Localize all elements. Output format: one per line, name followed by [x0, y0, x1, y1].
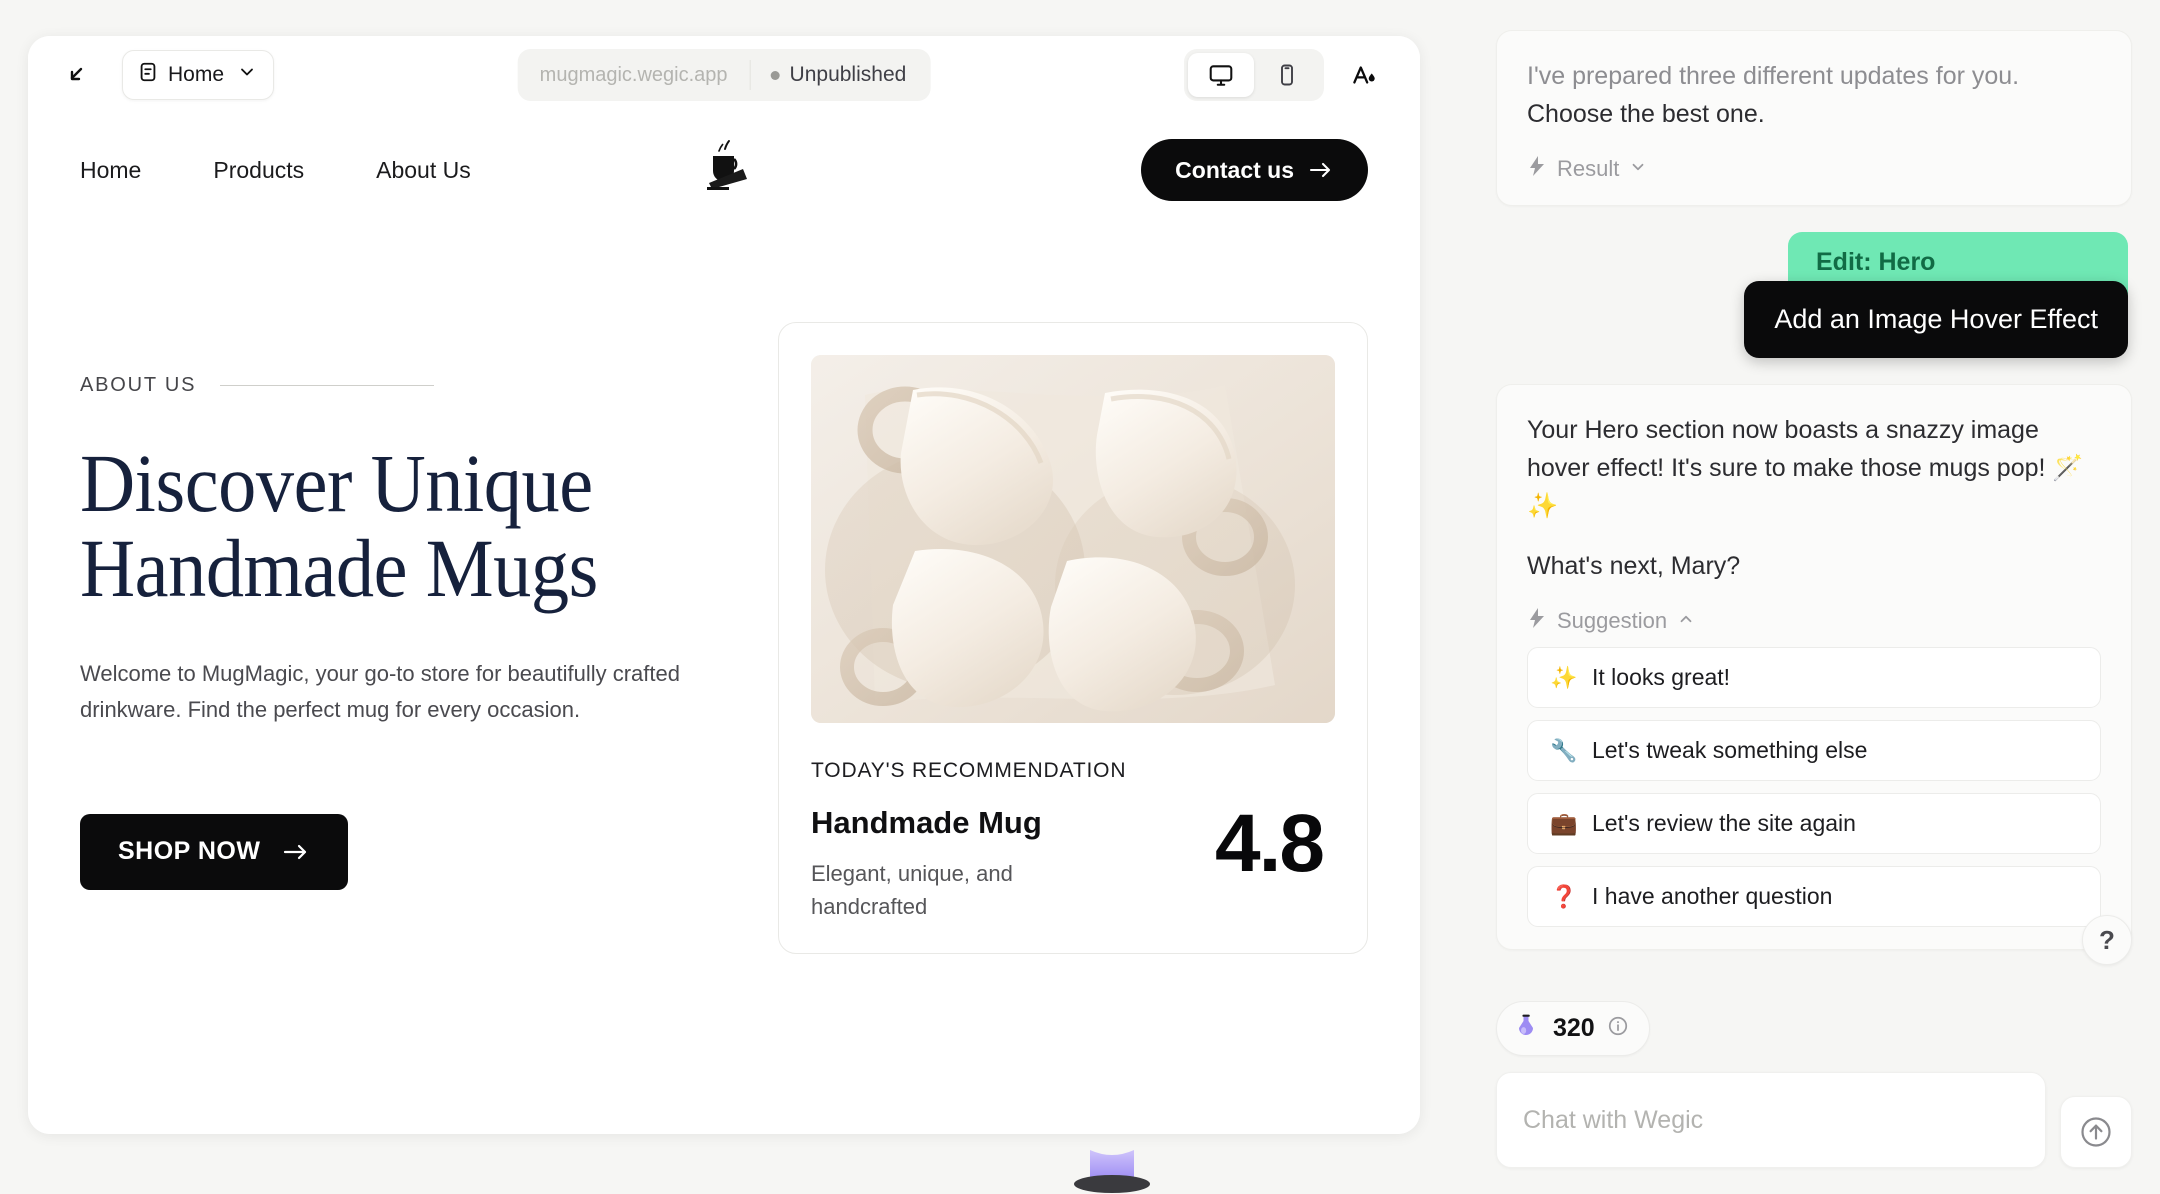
suggestion-item-question[interactable]: ❓ I have another question — [1527, 866, 2101, 927]
contact-us-label: Contact us — [1175, 156, 1294, 183]
hero-description: Welcome to MugMagic, your go-to store fo… — [80, 660, 680, 722]
hero-text-column: ABOUT US Discover Unique Handmade Mugs W… — [80, 322, 708, 954]
chat-message-ai-suggestion: Your Hero section now boasts a snazzy im… — [1496, 384, 2132, 950]
site-nav-item-products[interactable]: Products — [213, 157, 304, 184]
site-url-group: mugmagic.wegic.app Unpublished — [517, 49, 931, 101]
suggestion-label: Let's review the site again — [1592, 810, 1856, 836]
wegic-chat-panel: I've prepared three different updates fo… — [1468, 0, 2160, 1194]
mobile-icon[interactable] — [1254, 53, 1320, 97]
hero-title: Discover Unique Handmade Mugs — [80, 440, 658, 615]
chevron-down-icon — [1629, 156, 1647, 182]
chat-ai-line-1: I've prepared three different updates fo… — [1527, 62, 2020, 90]
mug-logo-icon[interactable] — [695, 139, 753, 201]
chat-composer: ? 320 — [1468, 915, 2160, 1194]
toolbar-right-controls — [1184, 49, 1400, 101]
site-nav-links: Home Products About Us — [80, 157, 471, 184]
briefcase-icon: 💼 — [1550, 810, 1578, 836]
suggestion-label: Let's tweak something else — [1592, 737, 1868, 763]
status-dot-icon — [770, 70, 780, 80]
page-selector-label: Home — [168, 63, 225, 86]
theme-color-icon[interactable] — [1338, 49, 1390, 101]
shop-now-label: SHOP NOW — [118, 837, 261, 866]
mug-photo — [811, 355, 1335, 723]
chat-message-user: Edit: Hero Add an Image Hover Effect — [1744, 232, 2128, 358]
question-mark-icon: ❓ — [1550, 883, 1578, 909]
wegic-mascot-icon[interactable] — [1060, 1136, 1164, 1194]
suggestion-label: It looks great! — [1592, 664, 1731, 690]
info-icon[interactable] — [1607, 1015, 1629, 1042]
hero-eyebrow-row: ABOUT US — [80, 374, 708, 397]
suggestion-item-review[interactable]: 💼 Let's review the site again — [1527, 793, 2101, 854]
divider — [220, 385, 435, 386]
site-preview-canvas: Home mugmagic.wegic.app Unpublished Home… — [28, 36, 1420, 1134]
site-url[interactable]: mugmagic.wegic.app — [518, 49, 750, 101]
wegic-app-window: Home mugmagic.wegic.app Unpublished Home… — [0, 0, 2160, 1194]
send-button[interactable] — [2060, 1096, 2132, 1168]
page-selector[interactable]: Home — [122, 50, 275, 100]
sparkles-icon: ✨ — [1550, 664, 1578, 690]
chat-input[interactable] — [1496, 1072, 2046, 1168]
lightning-icon — [1527, 607, 1547, 635]
publish-status-label: Unpublished — [789, 63, 907, 86]
recommendation-label: TODAY'S RECOMMENDATION — [811, 759, 1127, 782]
shop-now-button[interactable]: SHOP NOW — [80, 813, 349, 890]
chat-message-ai-result: I've prepared three different updates fo… — [1496, 30, 2132, 206]
recommendation-name: Handmade Mug — [811, 805, 1042, 840]
chat-ai-line-2: What's next, Mary? — [1527, 552, 1741, 580]
credits-badge[interactable]: 320 — [1496, 1001, 1650, 1056]
site-nav-item-about[interactable]: About Us — [376, 157, 471, 184]
site-nav-item-home[interactable]: Home — [80, 157, 141, 184]
recommendation-text: Handmade Mug Elegant, unique, and handcr… — [811, 805, 1061, 923]
chat-message-list: I've prepared three different updates fo… — [1468, 0, 2160, 1001]
suggestion-toggle[interactable]: Suggestion — [1527, 607, 2101, 635]
result-toggle-label: Result — [1557, 156, 1620, 181]
recommendation-subtitle: Elegant, unique, and handcrafted — [811, 861, 1013, 919]
contact-us-button[interactable]: Contact us — [1141, 139, 1368, 201]
hero-eyebrow: ABOUT US — [80, 374, 197, 396]
suggestion-label: I have another question — [1592, 883, 1833, 909]
help-button[interactable]: ? — [2082, 915, 2132, 965]
page-icon — [137, 61, 159, 89]
result-toggle[interactable]: Result — [1527, 155, 2101, 183]
hero-section: ABOUT US Discover Unique Handmade Mugs W… — [28, 226, 1420, 954]
hero-title-line-1: Discover Unique — [80, 437, 593, 529]
potion-icon — [1511, 1011, 1541, 1046]
expand-arrow-icon[interactable] — [56, 54, 98, 96]
chat-ai-line-1: Your Hero section now boasts a snazzy im… — [1527, 416, 2084, 520]
credits-value: 320 — [1553, 1014, 1595, 1042]
hero-title-line-2: Handmade Mugs — [80, 522, 598, 615]
recommendation-body: Handmade Mug Elegant, unique, and handcr… — [811, 798, 1335, 923]
recommendation-card: TODAY'S RECOMMENDATION Handmade Mug Eleg… — [778, 322, 1368, 954]
suggestion-toggle-label: Suggestion — [1557, 608, 1668, 633]
wrench-icon: 🔧 — [1550, 737, 1578, 763]
website-preview: Home Products About Us Contact us ABOUT … — [28, 114, 1420, 1134]
lightning-icon — [1527, 155, 1547, 183]
desktop-icon[interactable] — [1188, 53, 1254, 97]
suggestion-list: ✨ It looks great! 🔧 Let's tweak somethin… — [1527, 647, 2101, 927]
publish-status[interactable]: Unpublished — [751, 49, 931, 101]
builder-toolbar: Home mugmagic.wegic.app Unpublished — [28, 36, 1420, 114]
viewport-toggle — [1184, 49, 1324, 101]
chevron-up-icon — [1677, 608, 1695, 634]
chat-ai-line-2: Choose the best one. — [1527, 100, 1765, 128]
chat-user-text: Add an Image Hover Effect — [1744, 281, 2128, 358]
suggestion-item-tweak[interactable]: 🔧 Let's tweak something else — [1527, 720, 2101, 781]
recommendation-score: 4.8 — [1215, 798, 1325, 889]
chevron-down-icon — [237, 62, 257, 88]
site-navbar: Home Products About Us Contact us — [28, 114, 1420, 226]
chat-input-row — [1496, 1072, 2132, 1168]
suggestion-item-looks-great[interactable]: ✨ It looks great! — [1527, 647, 2101, 708]
